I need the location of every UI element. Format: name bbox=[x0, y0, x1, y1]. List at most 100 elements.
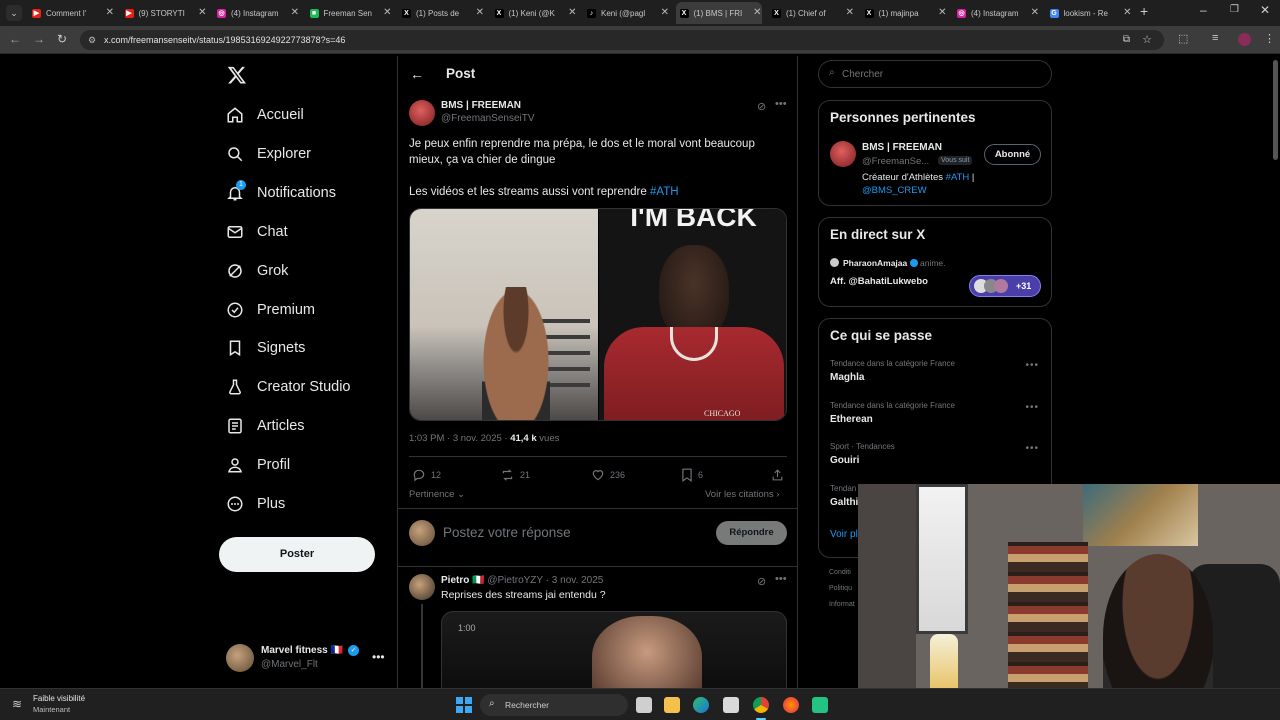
browser-tab[interactable]: ◎ (4) Instagram ✕ bbox=[213, 2, 299, 24]
browser-tab[interactable]: X (1) Posts de ✕ bbox=[398, 2, 484, 24]
browser-tab[interactable]: ♪ Keni (@pagl ✕ bbox=[583, 2, 669, 24]
site-info-icon[interactable]: ⚙ bbox=[88, 30, 96, 50]
show-more-link[interactable]: Voir pl bbox=[830, 529, 858, 540]
nav-item-creator-studio[interactable]: Creator Studio bbox=[226, 374, 351, 400]
like-action[interactable]: 236 bbox=[591, 468, 625, 482]
app-icon[interactable] bbox=[812, 697, 828, 713]
store-icon[interactable] bbox=[723, 697, 739, 713]
new-tab-button[interactable]: + bbox=[1140, 3, 1148, 19]
nav-item-chat[interactable]: Chat bbox=[226, 219, 288, 245]
repost-action[interactable]: 21 bbox=[500, 468, 530, 482]
view-quotes-link[interactable]: Voir les citations › bbox=[705, 489, 779, 500]
file-explorer-icon[interactable] bbox=[664, 697, 680, 713]
browser-menu-icon[interactable]: ⋮ bbox=[1264, 32, 1275, 45]
close-tab-icon[interactable]: ✕ bbox=[661, 7, 669, 18]
forward-icon[interactable]: → bbox=[33, 32, 45, 46]
close-tab-icon[interactable]: ✕ bbox=[938, 7, 946, 18]
edge-icon[interactable] bbox=[693, 697, 709, 713]
search-input[interactable]: ⌕ Chercher bbox=[818, 60, 1052, 88]
back-icon[interactable]: ← bbox=[9, 32, 21, 46]
browser-tab[interactable]: ▶ (9) STORYTI ✕ bbox=[121, 2, 207, 24]
nav-item-grok[interactable]: Grok bbox=[226, 258, 288, 284]
bio-mention-link[interactable]: @BMS_CREW bbox=[862, 185, 927, 196]
media-control-icon[interactable]: ≡ bbox=[1212, 32, 1218, 44]
footer-link[interactable]: Conditi bbox=[829, 565, 855, 581]
reply-author-name[interactable]: Pietro 🇮🇹 bbox=[441, 575, 485, 586]
nav-item-notifications[interactable]: 1 Notifications bbox=[226, 179, 336, 206]
trend-name[interactable]: Gouiri bbox=[830, 455, 859, 466]
close-tab-icon[interactable]: ✕ bbox=[1031, 7, 1039, 18]
close-tab-icon[interactable]: ✕ bbox=[846, 7, 854, 18]
close-tab-icon[interactable]: ✕ bbox=[753, 7, 761, 18]
footer-link[interactable]: Politiqu bbox=[829, 581, 855, 597]
bookmark-action[interactable]: 6 bbox=[681, 468, 703, 482]
scrollbar[interactable] bbox=[1273, 60, 1278, 160]
author-avatar[interactable] bbox=[409, 100, 435, 126]
close-tab-icon[interactable]: ✕ bbox=[383, 7, 391, 18]
nav-item-accueil[interactable]: Accueil bbox=[226, 102, 304, 128]
nav-item-premium[interactable]: Premium bbox=[226, 297, 315, 323]
follow-button[interactable]: Abonné bbox=[984, 144, 1041, 165]
install-app-icon[interactable]: ⧉ bbox=[1123, 30, 1130, 50]
trend-more-icon[interactable]: ••• bbox=[1025, 402, 1039, 413]
browser-tab[interactable]: ▶ Comment l' ✕ bbox=[28, 2, 114, 24]
close-tab-icon[interactable]: ✕ bbox=[476, 7, 484, 18]
browser-tab[interactable]: Glookism - Re ✕ bbox=[1046, 2, 1132, 24]
tab-list-dropdown[interactable]: ⌄ bbox=[6, 5, 22, 21]
browser-tab[interactable]: X (1) Chief of ✕ bbox=[768, 2, 854, 24]
close-tab-icon[interactable]: ✕ bbox=[198, 7, 206, 18]
browser-tab[interactable]: X (1) majinpa ✕ bbox=[861, 2, 947, 24]
person-name[interactable]: BMS | FREEMAN bbox=[862, 142, 942, 153]
nav-item-profil[interactable]: Profil bbox=[226, 452, 290, 478]
close-tab-icon[interactable]: ✕ bbox=[291, 7, 299, 18]
post-media[interactable]: I'M BACK CHICAGO bbox=[409, 208, 787, 421]
nav-item-articles[interactable]: Articles bbox=[226, 413, 305, 439]
x-logo-icon[interactable] bbox=[227, 65, 247, 85]
author-handle[interactable]: @FreemanSenseiTV bbox=[441, 113, 535, 124]
account-switcher[interactable]: Marvel fitness 🇫🇷 ✓ @Marvel_Flt ••• bbox=[226, 642, 386, 674]
hashtag-link[interactable]: #ATH bbox=[650, 186, 679, 198]
person-handle[interactable]: @FreemanSe... bbox=[862, 156, 929, 167]
trend-more-icon[interactable]: ••• bbox=[1025, 443, 1039, 454]
extensions-icon[interactable]: ⬚ bbox=[1178, 32, 1188, 45]
trend-more-icon[interactable]: ••• bbox=[1025, 360, 1039, 371]
post-button[interactable]: Poster bbox=[219, 537, 375, 572]
listeners-pill[interactable]: +31 bbox=[969, 275, 1041, 297]
sort-dropdown[interactable]: Pertinence ⌄ bbox=[409, 489, 465, 500]
nav-item-plus[interactable]: Plus bbox=[226, 491, 285, 517]
address-bar[interactable]: ⚙ x.com/freemansenseitv/status/198531692… bbox=[80, 30, 1164, 50]
media-photo-right[interactable]: I'M BACK CHICAGO bbox=[599, 209, 786, 420]
start-button-icon[interactable] bbox=[456, 697, 472, 713]
account-more-icon[interactable]: ••• bbox=[372, 650, 385, 664]
trend-name[interactable]: Etherean bbox=[830, 414, 873, 425]
profile-avatar-icon[interactable] bbox=[1238, 33, 1251, 46]
chrome-icon[interactable] bbox=[753, 697, 769, 713]
nav-item-explorer[interactable]: Explorer bbox=[226, 141, 311, 167]
reply-avatar[interactable] bbox=[409, 574, 435, 600]
weather-icon[interactable]: ≋ bbox=[12, 697, 22, 711]
reply-button[interactable]: Répondre bbox=[716, 521, 787, 545]
bookmark-star-icon[interactable]: ☆ bbox=[1142, 30, 1152, 50]
reply-more-icon[interactable]: ••• bbox=[775, 573, 787, 585]
live-host-row[interactable]: PharaonAmajaa anime. bbox=[843, 258, 946, 268]
browser-tab[interactable]: X (1) Keni (@K ✕ bbox=[491, 2, 577, 24]
share-action[interactable] bbox=[771, 468, 789, 482]
close-tab-icon[interactable]: ✕ bbox=[1123, 7, 1131, 18]
reload-icon[interactable]: ↻ bbox=[57, 32, 67, 46]
bio-hashtag-link[interactable]: #ATH bbox=[946, 172, 970, 183]
weather-title[interactable]: Faible visibilité bbox=[33, 694, 85, 703]
reply-input[interactable]: Postez votre réponse bbox=[443, 525, 571, 540]
live-space-title[interactable]: Aff. @BahatiLukwebo bbox=[830, 276, 928, 287]
task-view-icon[interactable] bbox=[636, 697, 652, 713]
reply-grok-icon[interactable]: ⊘ bbox=[757, 575, 766, 588]
reply-action[interactable]: 12 bbox=[412, 468, 441, 482]
close-window-button[interactable]: ✕ bbox=[1260, 3, 1270, 17]
author-name[interactable]: BMS | FREEMAN bbox=[441, 100, 521, 111]
back-arrow-icon[interactable]: ← bbox=[410, 66, 424, 82]
media-photo-left[interactable] bbox=[410, 209, 598, 420]
grok-icon[interactable]: ⊘ bbox=[757, 100, 766, 113]
nav-item-signets[interactable]: Signets bbox=[226, 335, 305, 361]
person-avatar[interactable] bbox=[830, 141, 856, 167]
minimize-button[interactable]: – bbox=[1200, 3, 1207, 17]
post-more-icon[interactable]: ••• bbox=[775, 98, 787, 110]
